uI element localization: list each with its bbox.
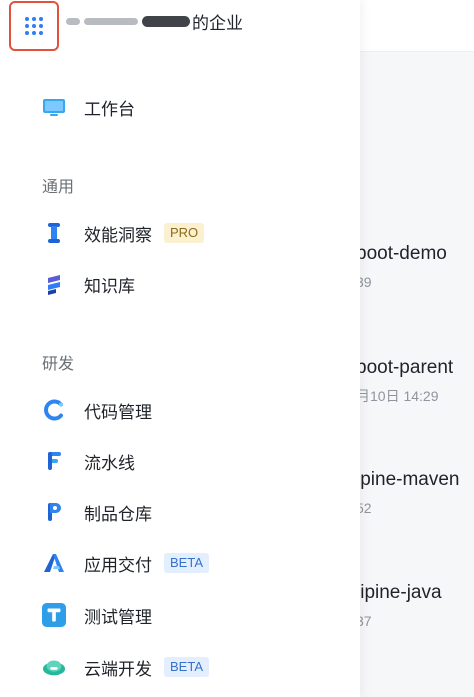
menu-item-label: 效能洞察 [84,225,152,245]
list-item[interactable]: boot-parent 月10日 14:29 [356,356,474,406]
app-switcher-button[interactable] [9,1,59,51]
monitor-icon [42,95,66,119]
menu-item-label: 测试管理 [84,607,152,627]
menu-item-label: 代码管理 [84,402,152,422]
menu-item-app-delivery[interactable]: 应用交付 BETA [42,548,209,578]
background-topbar [360,0,474,52]
pipeline-icon [42,449,66,473]
menu-item-code-management[interactable]: 代码管理 [42,395,152,425]
list-item[interactable]: lipine-java 37 [356,581,474,631]
menu-item-cloud-dev[interactable]: 云端开发 BETA [42,652,209,682]
code-icon [42,398,66,422]
redacted-text [66,17,80,25]
beta-badge: BETA [164,657,209,677]
list-item-subtitle: 月10日 14:29 [356,388,439,404]
beta-badge: BETA [164,553,209,573]
list-item-title: lipine-java [356,582,442,603]
drawer-header: 的企业 [0,0,360,56]
menu-item-pipeline[interactable]: 流水线 [42,446,135,476]
menu-item-label: 应用交付 [84,555,152,575]
org-name-suffix: 的企业 [192,13,243,33]
list-item-title: boot-demo [356,243,447,264]
menu-item-label: 知识库 [84,276,135,296]
section-label-dev: 研发 [42,356,75,373]
menu-item-knowledge-base[interactable]: 知识库 [42,269,135,299]
insight-icon [42,221,66,245]
list-item-subtitle: 52 [356,500,372,516]
menu-item-workbench[interactable]: 工作台 [42,92,135,122]
menu-item-test-management[interactable]: 测试管理 [42,600,152,630]
navigation-drawer: 的企业 工作台 通用 效能洞察 PRO 知识库 研发 代码管理 流水线 制品仓库… [0,0,360,697]
redacted-text [142,15,190,27]
menu-item-label: 云端开发 [84,659,152,679]
list-item-subtitle: 37 [356,613,372,629]
menu-item-label: 流水线 [84,453,135,473]
list-item[interactable]: lpine-maven 52 [356,468,474,518]
list-item-title: lpine-maven [356,469,460,490]
list-item-title: boot-parent [356,357,454,378]
artifact-icon [42,500,66,524]
menu-item-label: 工作台 [84,99,135,119]
cloud-icon [42,655,66,679]
grid-icon [25,17,43,35]
list-item-subtitle: 39 [356,274,372,290]
list-item[interactable]: boot-demo 39 [356,242,474,292]
screen: boot-demo 39 boot-parent 月10日 14:29 lpin… [0,0,474,697]
redacted-text [84,17,138,25]
menu-item-artifact-repository[interactable]: 制品仓库 [42,497,152,527]
menu-item-insight[interactable]: 效能洞察 PRO [42,218,205,248]
menu-item-label: 制品仓库 [84,504,152,524]
knowledge-base-icon [42,272,66,296]
section-label-general: 通用 [42,179,75,196]
organization-name[interactable]: 的企业 [66,8,243,34]
test-icon [42,603,66,627]
pro-badge: PRO [164,223,205,243]
delivery-icon [42,551,66,575]
